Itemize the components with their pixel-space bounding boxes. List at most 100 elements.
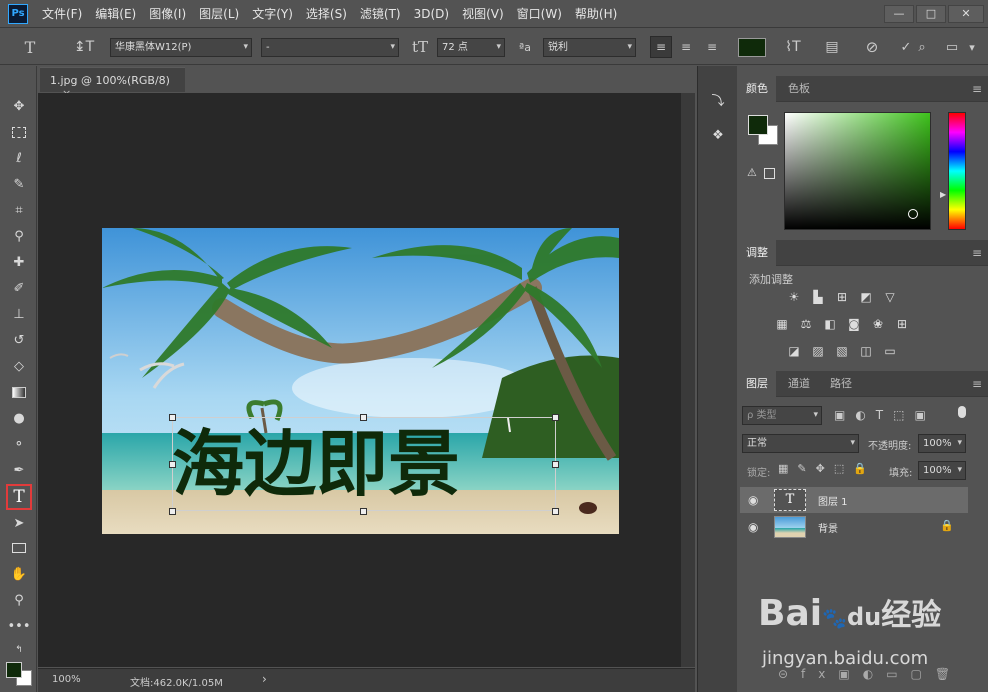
exposure-icon[interactable]: ◩ [858,290,874,304]
zoom-level[interactable]: 100% [52,674,81,685]
more-tools-icon[interactable]: ••• [8,615,31,637]
text-orientation-icon[interactable]: ↨T [74,37,94,57]
rectangle-tool-icon[interactable] [8,537,30,559]
threshold-icon[interactable]: ▧ [834,344,850,358]
tab-color[interactable]: 颜色 [738,76,776,102]
panel-menu-icon[interactable]: ≡ [972,246,982,260]
menu-layer[interactable]: 图层(L) [199,5,239,22]
layer-name[interactable]: 背景 [818,520,838,535]
warp-text-icon[interactable]: ⌇T [783,37,803,57]
layer-actions-bar[interactable]: ⊝fx▣◐▭▢🗑 [778,667,963,681]
hue-saturation-icon[interactable]: ▦ [774,317,790,331]
layer-filter-icons[interactable]: ▣◐T⬚▣ [834,408,936,422]
vibrance-icon[interactable]: ▽ [882,290,898,304]
photo-filter-icon[interactable]: ◙ [846,317,862,331]
curves-icon[interactable]: ⊞ [834,290,850,304]
type-tool-preset-icon[interactable]: T [20,37,40,57]
tab-layers[interactable]: 图层 [738,371,776,397]
transform-handle[interactable] [552,414,559,421]
path-selection-tool-icon[interactable]: ➤ [8,512,30,534]
align-center-icon[interactable]: ≡ [676,37,696,57]
color-lookup-icon[interactable]: ⊞ [894,317,910,331]
zoom-tool-icon[interactable]: ⚲ [8,589,30,611]
selective-color-icon[interactable]: ◫ [858,344,874,358]
websafe-swatch[interactable] [764,168,775,179]
cancel-icon[interactable]: ⊘ [862,37,882,57]
transform-handle[interactable] [169,508,176,515]
panel-menu-icon[interactable]: ≡ [972,82,982,96]
layer-row-background[interactable]: ◉ 背景 🔒 [740,514,968,540]
antialias-select[interactable]: 锐利 ▾ [543,38,636,57]
workspace-icon[interactable]: ▭ [942,37,962,57]
tab-channels[interactable]: 通道 [780,371,818,397]
quick-select-tool-icon[interactable]: ✎ [8,173,30,195]
chevron-down-icon[interactable]: ▾ [962,37,982,57]
history-panel-icon[interactable]: ⤵ [708,90,728,110]
menu-filter[interactable]: 滤镜(T) [360,5,401,22]
hue-slider-marker[interactable]: ▶ [940,190,946,199]
transform-handle[interactable] [360,414,367,421]
text-color-swatch[interactable] [738,38,766,57]
foreground-color-swatch[interactable] [6,662,22,678]
channel-mixer-icon[interactable]: ❀ [870,317,886,331]
align-right-icon[interactable]: ≡ [702,37,722,57]
tab-paths[interactable]: 路径 [822,371,860,397]
color-balance-icon[interactable]: ⚖ [798,317,814,331]
menu-select[interactable]: 选择(S) [306,5,347,22]
move-tool-icon[interactable]: ✥ [8,95,30,117]
posterize-icon[interactable]: ▨ [810,344,826,358]
blend-mode-select[interactable]: 正常 ▾ [742,434,859,453]
menu-edit[interactable]: 编辑(E) [95,5,136,22]
marquee-tool-icon[interactable] [8,121,30,143]
black-white-icon[interactable]: ◧ [822,317,838,331]
filter-toggle[interactable] [958,406,966,418]
menu-help[interactable]: 帮助(H) [575,5,617,22]
history-brush-tool-icon[interactable]: ↺ [8,329,30,351]
minimize-button[interactable]: — [884,4,914,23]
text-bounding-box[interactable] [172,417,556,511]
panel-menu-icon[interactable]: ≡ [972,377,982,391]
foreground-color-swatch[interactable] [748,115,768,135]
document-tab[interactable]: 1.jpg @ 100%(RGB/8) × [40,67,185,100]
opacity-input[interactable]: 100% ▾ [918,434,966,453]
blur-tool-icon[interactable]: ● [8,407,30,429]
font-style-select[interactable]: - ▾ [261,38,399,57]
menu-type[interactable]: 文字(Y) [252,5,293,22]
crop-tool-icon[interactable]: ⌗ [8,199,30,221]
menu-image[interactable]: 图像(I) [149,5,186,22]
character-panel-icon[interactable]: ▤ [822,37,842,57]
transform-handle[interactable] [552,508,559,515]
color-picker-cursor[interactable] [908,209,918,219]
lock-icons[interactable]: ▦✎✥⬚🔒 [778,462,876,475]
type-tool-icon[interactable]: T [6,484,32,510]
transform-handle[interactable] [552,461,559,468]
eye-icon[interactable]: ◉ [748,493,758,507]
layer-name[interactable]: 图层 1 [818,493,848,508]
layer-row-text[interactable]: ◉ T 图层 1 [740,487,968,513]
close-button[interactable]: ✕ [948,4,984,23]
status-menu-arrow[interactable]: › [262,672,267,686]
properties-panel-icon[interactable]: ❖ [708,128,728,148]
vertical-scrollbar[interactable] [681,93,695,667]
fill-input[interactable]: 100% ▾ [918,461,966,480]
hue-slider[interactable] [948,112,966,230]
tab-swatches[interactable]: 色板 [780,76,818,102]
levels-icon[interactable]: ▙ [810,290,826,304]
clone-stamp-tool-icon[interactable]: ⊥ [8,303,30,325]
search-icon[interactable]: ⌕ [912,37,932,57]
invert-icon[interactable]: ◪ [786,344,802,358]
brightness-contrast-icon[interactable]: ☀ [786,290,802,304]
gradient-tool-icon[interactable] [8,381,30,403]
eyedropper-tool-icon[interactable]: ⚲ [8,225,30,247]
menu-window[interactable]: 窗口(W) [517,5,562,22]
transform-handle[interactable] [360,508,367,515]
pen-tool-icon[interactable]: ✒ [8,459,30,481]
brush-tool-icon[interactable]: ✐ [8,277,30,299]
tab-adjustments[interactable]: 调整 [738,240,776,266]
healing-brush-tool-icon[interactable]: ✚ [8,251,30,273]
eye-icon[interactable]: ◉ [748,520,758,534]
gradient-map-icon[interactable]: ▭ [882,344,898,358]
menu-file[interactable]: 文件(F) [42,5,82,22]
font-family-select[interactable]: 华康黑体W12(P) ▾ [110,38,252,57]
lasso-tool-icon[interactable]: ℓ [8,147,30,169]
